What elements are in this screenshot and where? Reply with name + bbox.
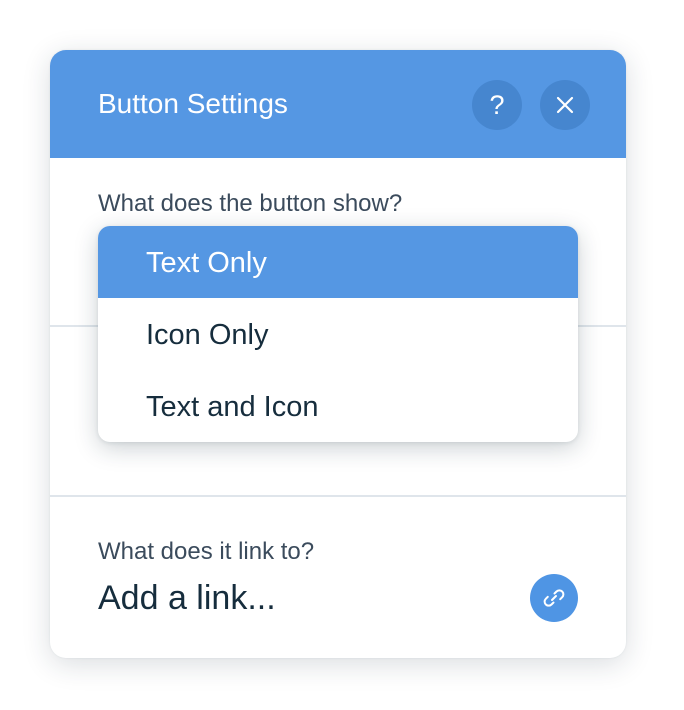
button-show-label: What does the button show?	[98, 190, 403, 217]
link-icon	[543, 589, 565, 607]
section-divider	[50, 495, 626, 497]
dropdown-option-icon-only[interactable]: Icon Only	[98, 298, 578, 370]
dropdown-option-label: Icon Only	[146, 319, 269, 351]
panel-title: Button Settings	[98, 88, 288, 119]
dropdown-option-label: Text and Icon	[146, 391, 319, 423]
link-button[interactable]	[530, 574, 578, 622]
help-button[interactable]: ?	[472, 80, 522, 130]
panel-header: Button Settings ?	[50, 50, 626, 158]
dropdown-option-label: Text Only	[146, 247, 267, 279]
dropdown-option-text-and-icon[interactable]: Text and Icon	[98, 370, 578, 442]
close-button[interactable]	[540, 80, 590, 130]
add-link-field[interactable]: Add a link...	[98, 578, 276, 618]
dropdown-option-text-only[interactable]: Text Only	[98, 226, 578, 298]
close-icon	[556, 96, 574, 114]
link-to-label: What does it link to?	[98, 538, 315, 565]
button-show-dropdown[interactable]: Text Only Icon Only Text and Icon	[98, 226, 578, 442]
question-mark-icon: ?	[489, 89, 505, 120]
